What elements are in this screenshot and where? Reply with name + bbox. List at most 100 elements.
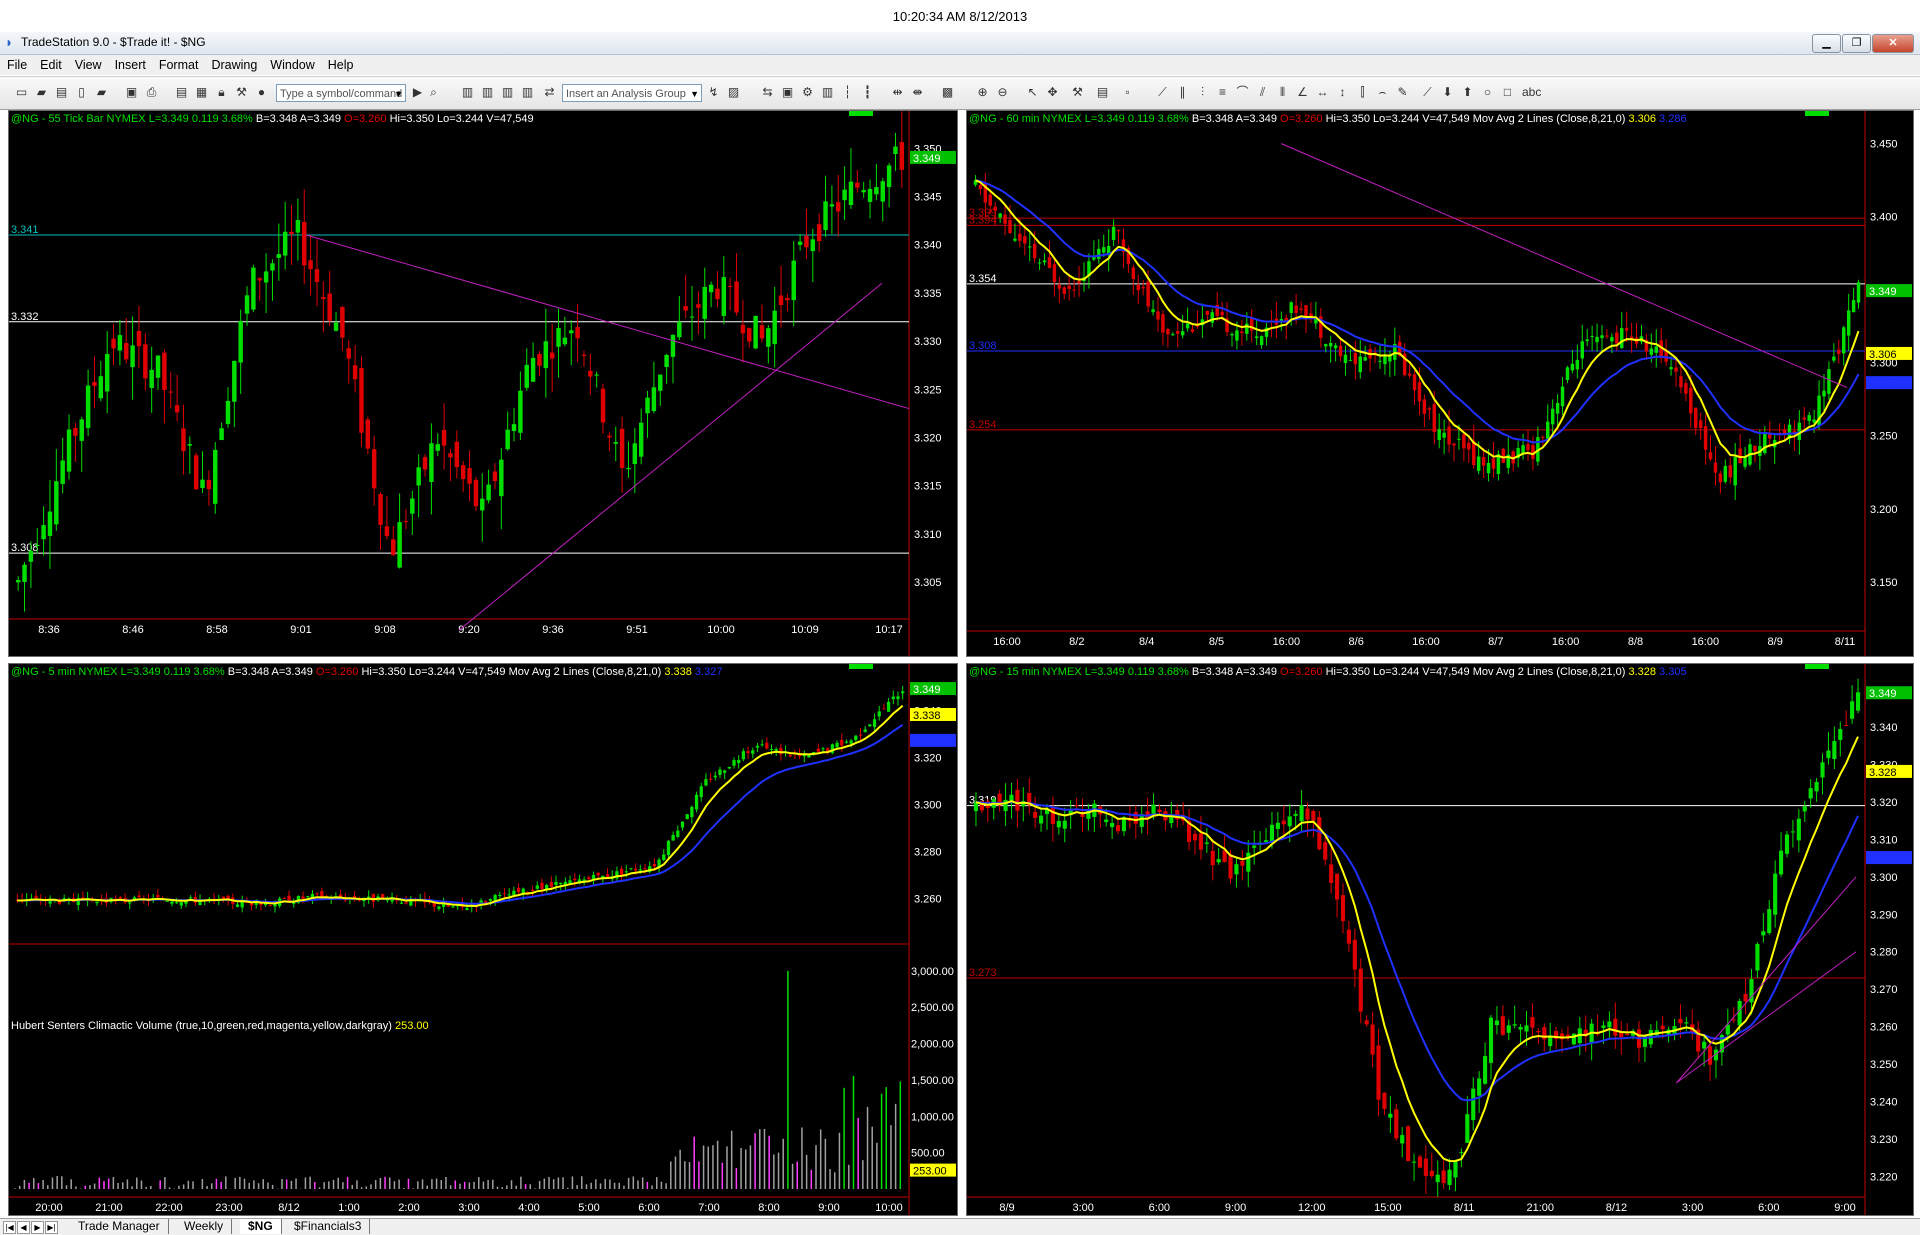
volume-study-value: 253.00 bbox=[394, 1020, 429, 1032]
lock-icon[interactable]: 🔒︎ bbox=[214, 85, 229, 100]
ellipse-icon[interactable]: ○ bbox=[1480, 85, 1495, 100]
new-window-icon[interactable]: ▯ bbox=[74, 85, 89, 100]
zoom-in-icon[interactable]: ⊕ bbox=[975, 85, 990, 100]
fan-icon[interactable]: ⫽ bbox=[1255, 85, 1270, 100]
tab-trade-manager[interactable]: Trade Manager bbox=[70, 1219, 169, 1234]
crosshair-icon[interactable]: ✥ bbox=[1045, 85, 1060, 100]
menu-file[interactable]: File bbox=[0, 55, 33, 72]
tab-weekly[interactable]: Weekly bbox=[176, 1219, 233, 1234]
arc-line-icon[interactable]: ⟋ bbox=[1420, 85, 1435, 100]
menu-drawing[interactable]: Drawing bbox=[204, 55, 263, 72]
new-document-icon[interactable]: ▭ bbox=[14, 85, 29, 100]
menu-format[interactable]: Format bbox=[152, 55, 205, 72]
weekly-interval-icon[interactable]: ▥ bbox=[500, 85, 515, 100]
format-icon[interactable]: ⇆ bbox=[760, 85, 775, 100]
vertical-line-icon[interactable]: ↕ bbox=[1335, 85, 1350, 100]
zoom-out-icon[interactable]: ⊖ bbox=[995, 85, 1010, 100]
open-folder-icon[interactable]: ▰ bbox=[34, 85, 49, 100]
chart-type-icon[interactable]: ▥ bbox=[820, 85, 835, 100]
save-icon[interactable]: ▣ bbox=[124, 85, 139, 100]
chart-15-min[interactable]: 3.3403.3303.3203.3103.3003.2903.2803.270… bbox=[966, 663, 1914, 1216]
restore-button[interactable]: ❐ bbox=[1842, 34, 1871, 53]
chart-5-min-plot[interactable]: 3.3403.3203.3003.2803.26020:0021:0022:00… bbox=[9, 664, 957, 1215]
chart-window-icon[interactable]: ▤ bbox=[174, 85, 189, 100]
color-icon[interactable]: ▩ bbox=[940, 85, 955, 100]
order-bar-icon[interactable]: ▤ bbox=[1095, 85, 1110, 100]
open-workspace-icon[interactable]: ▤ bbox=[54, 85, 69, 100]
palette-icon[interactable]: ● bbox=[254, 85, 269, 100]
gann-icon[interactable]: ⫶ bbox=[1195, 85, 1210, 100]
candle-body bbox=[896, 696, 900, 700]
candle-body bbox=[1814, 781, 1819, 792]
channel-icon[interactable]: ∥ bbox=[1175, 85, 1190, 100]
text-tool-icon[interactable]: abc bbox=[1522, 85, 1541, 100]
candle-body bbox=[1512, 1024, 1517, 1026]
time-zone-icon[interactable]: ⌢ bbox=[1375, 85, 1390, 100]
up-arrow-icon[interactable]: ⬆ bbox=[1460, 85, 1475, 100]
rectangle-icon[interactable]: □ bbox=[1500, 85, 1515, 100]
trendline-icon[interactable]: ⟋ bbox=[1155, 85, 1170, 100]
analysis-group-select[interactable]: Insert an Analysis Group ▼ bbox=[562, 84, 702, 102]
tab-financials3[interactable]: $Financials3 bbox=[286, 1219, 371, 1234]
insert-analysis-icon[interactable]: ⇄ bbox=[542, 85, 557, 100]
candle-body bbox=[1462, 434, 1466, 449]
next-tab-icon[interactable]: ▶ bbox=[31, 1221, 44, 1234]
candle-body bbox=[880, 181, 885, 202]
tab-ng[interactable]: $NG bbox=[240, 1219, 282, 1234]
chart-60-min-plot[interactable]: 3.4503.4003.3503.3003.2503.2003.15016:00… bbox=[967, 111, 1913, 656]
print-icon[interactable]: ⎙ bbox=[144, 85, 159, 100]
candle-body bbox=[221, 896, 226, 899]
go-arrow-icon[interactable]: ▶ bbox=[410, 85, 425, 100]
lookup-icon[interactable]: ⌕ bbox=[426, 85, 441, 100]
candle-icon[interactable]: ┆ bbox=[840, 85, 855, 100]
freehand-icon[interactable]: ✎ bbox=[1395, 85, 1410, 100]
close-button[interactable]: ✕ bbox=[1872, 34, 1914, 53]
pointer-icon[interactable]: ↖ bbox=[1025, 85, 1040, 100]
first-tab-icon[interactable]: |◀ bbox=[3, 1221, 16, 1234]
folder-icon[interactable]: ▰ bbox=[94, 85, 109, 100]
angle-icon[interactable]: ∠ bbox=[1295, 85, 1310, 100]
chart-15-min-plot[interactable]: 3.3403.3303.3203.3103.3003.2903.2803.270… bbox=[967, 664, 1913, 1215]
symbol-input[interactable]: Type a symbol/command ▼ bbox=[276, 84, 406, 102]
menu-help[interactable]: Help bbox=[321, 55, 360, 72]
chart-55-tick-plot[interactable]: 3.3503.3453.3403.3353.3303.3253.3203.315… bbox=[9, 111, 957, 656]
scale-icon[interactable]: ┇ bbox=[860, 85, 875, 100]
price-level-label: 3.308 bbox=[969, 340, 997, 352]
candle-body bbox=[1136, 284, 1140, 291]
tools-icon[interactable]: ⚒ bbox=[234, 85, 249, 100]
net-change: 0.119 bbox=[191, 113, 219, 125]
fib-icon[interactable]: ≡ bbox=[1215, 85, 1230, 100]
bar-interval-icon[interactable]: ▥ bbox=[460, 85, 475, 100]
prev-tab-icon[interactable]: ◀ bbox=[17, 1221, 30, 1234]
expand-icon[interactable]: ⇼ bbox=[910, 85, 925, 100]
candle-body bbox=[1346, 929, 1351, 944]
minimize-button[interactable]: ▁ bbox=[1812, 34, 1841, 53]
monthly-interval-icon[interactable]: ▥ bbox=[520, 85, 535, 100]
chart-5-min[interactable]: 3.3403.3203.3003.2803.26020:0021:0022:00… bbox=[8, 663, 958, 1216]
arc-icon[interactable]: ⌒ bbox=[1235, 85, 1250, 100]
menu-view[interactable]: View bbox=[68, 55, 108, 72]
wrench-icon[interactable]: ⚒ bbox=[1070, 85, 1085, 100]
compress-icon[interactable]: ⇹ bbox=[890, 85, 905, 100]
indicator-icon[interactable]: ↯ bbox=[706, 85, 721, 100]
candle-body bbox=[1329, 864, 1334, 883]
horizontal-line-icon[interactable]: ↔ bbox=[1315, 85, 1330, 100]
down-arrow-icon[interactable]: ⬇ bbox=[1440, 85, 1455, 100]
candle-body bbox=[638, 422, 644, 457]
strategy-icon[interactable]: ▨ bbox=[726, 85, 741, 100]
chart-55-tick[interactable]: 3.350 3.345 3.340 3.335 3.330 3.325 3.320 3.315… bbox=[8, 110, 958, 657]
menu-insert[interactable]: Insert bbox=[108, 55, 152, 72]
candle-body bbox=[1832, 356, 1836, 361]
menu-window[interactable]: Window bbox=[263, 55, 320, 72]
chart-60-min[interactable]: 3.4503.4003.3503.3003.2503.2003.15016:00… bbox=[966, 110, 1914, 657]
radar-window-icon[interactable]: ▦ bbox=[194, 85, 209, 100]
candle-body bbox=[1837, 349, 1841, 354]
blank-icon[interactable]: ▫ bbox=[1120, 85, 1135, 100]
speedline-icon[interactable]: ⫿ bbox=[1355, 85, 1370, 100]
cycle-icon[interactable]: ⦀ bbox=[1275, 85, 1290, 100]
gear-icon[interactable]: ⚙ bbox=[800, 85, 815, 100]
menu-edit[interactable]: Edit bbox=[33, 55, 68, 72]
screen-icon[interactable]: ▣ bbox=[780, 85, 795, 100]
daily-interval-icon[interactable]: ▥ bbox=[480, 85, 495, 100]
last-tab-icon[interactable]: ▶| bbox=[45, 1221, 58, 1234]
